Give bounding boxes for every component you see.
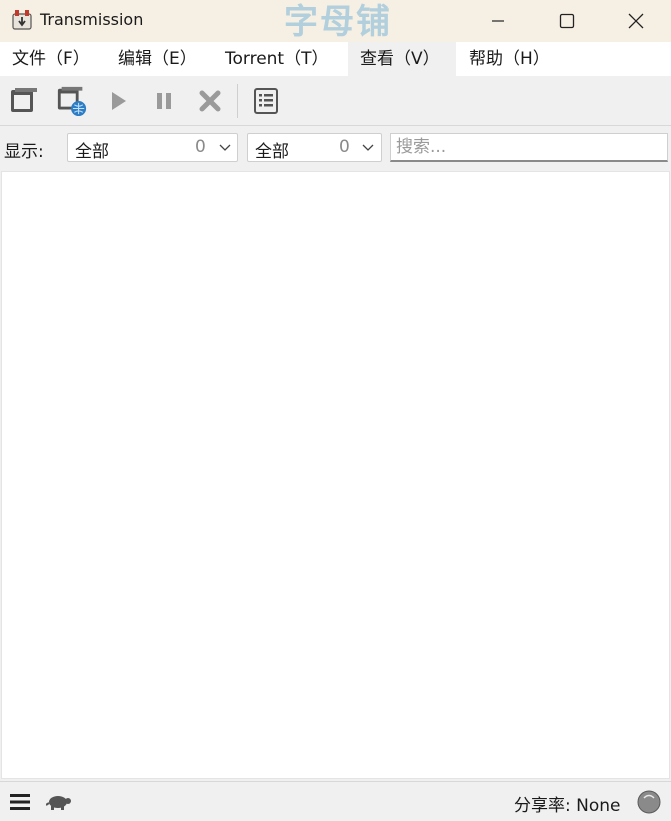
ratio-status[interactable]: 分享率: None — [514, 791, 620, 816]
menu-bar: 文件（F） 编辑（E） Torrent（T） 查看（V） 帮助（H） — [0, 42, 671, 76]
minimize-icon — [492, 20, 504, 22]
menu-help[interactable]: 帮助（H） — [457, 42, 562, 76]
tracker-filter-count: 0 — [339, 137, 350, 157]
pause-button[interactable] — [148, 85, 180, 117]
maximize-button[interactable] — [532, 0, 602, 42]
torrent-list[interactable] — [1, 171, 670, 779]
watermark-main: 字母铺 — [284, 2, 392, 42]
activity-filter-select[interactable]: 全部 0 — [67, 133, 238, 162]
ratio-icon — [637, 790, 661, 814]
open-url-icon — [57, 86, 87, 117]
menu-file[interactable]: 文件（F） — [0, 42, 102, 76]
toolbar-separator — [237, 84, 238, 118]
chevron-down-icon — [362, 144, 374, 151]
filter-label: 显示: — [4, 142, 44, 162]
maximize-icon — [559, 13, 575, 29]
close-button[interactable] — [601, 0, 671, 42]
start-button[interactable] — [102, 85, 134, 117]
transmission-app-icon — [11, 9, 33, 31]
remove-icon — [199, 90, 221, 112]
open-torrent-button[interactable] — [8, 85, 40, 117]
speed-limit-toggle[interactable] — [45, 791, 72, 813]
open-torrent-icon — [11, 88, 37, 112]
menu-torrent[interactable]: Torrent（T） — [213, 42, 341, 76]
search-input[interactable] — [390, 133, 668, 162]
turtle-icon — [45, 796, 71, 810]
ratio-mode-button[interactable] — [636, 789, 662, 815]
properties-icon — [254, 88, 278, 114]
close-icon — [628, 13, 644, 29]
filter-bar: 显示: 全部 0 全部 0 — [0, 127, 671, 169]
menu-edit[interactable]: 编辑（E） — [106, 42, 209, 76]
chevron-down-icon — [219, 144, 231, 151]
minimize-button[interactable] — [463, 0, 533, 42]
open-url-button[interactable] — [56, 85, 88, 117]
options-menu-button[interactable] — [8, 792, 32, 812]
activity-filter-count: 0 — [195, 137, 206, 157]
toolbar — [0, 76, 671, 126]
hamburger-menu-icon — [10, 794, 30, 810]
tracker-filter-value: 全部 — [255, 142, 289, 162]
properties-button[interactable] — [250, 85, 282, 117]
remove-button[interactable] — [194, 85, 226, 117]
pause-icon — [157, 93, 171, 109]
start-icon — [112, 92, 126, 110]
status-bar: 分享率: None — [0, 781, 671, 821]
title-bar[interactable]: Transmission 字母铺 zimupu.com — [0, 0, 671, 57]
window-title: Transmission — [40, 10, 144, 29]
menu-view[interactable]: 查看（V） — [348, 42, 456, 76]
activity-filter-value: 全部 — [75, 142, 109, 162]
tracker-filter-select[interactable]: 全部 0 — [247, 133, 382, 162]
